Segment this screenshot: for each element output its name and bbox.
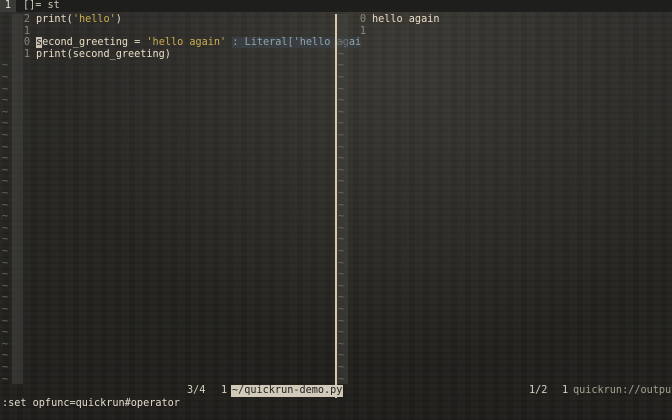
tab-number[interactable]: 1: [0, 0, 16, 12]
tilde-marker: ~: [2, 350, 9, 362]
tilde-marker: ~: [2, 188, 9, 199]
tilde-marker: ~: [2, 211, 9, 223]
tilde-marker: ~: [2, 95, 9, 107]
tilde-marker: ~: [338, 315, 345, 327]
tilde-marker: ~: [338, 130, 345, 141]
line-number: 1: [23, 25, 30, 37]
tilde-marker: ~: [2, 327, 9, 339]
tilde-marker: ~: [2, 304, 9, 315]
tilde-marker: ~: [338, 362, 345, 373]
tilde-marker: ~: [338, 280, 345, 292]
tilde-marker: ~: [338, 141, 345, 153]
tilde-marker: ~: [2, 72, 9, 83]
left-status-column: 1: [221, 385, 228, 396]
tilde-marker: ~: [338, 188, 345, 199]
tilde-marker: ~: [338, 83, 345, 95]
tilde-marker: ~: [2, 83, 9, 95]
left-status-position: 3/4: [187, 385, 206, 396]
code-token: econd_greeting =: [42, 37, 147, 49]
tilde-marker: ~: [2, 222, 9, 234]
tilde-marker: ~: [338, 350, 345, 362]
tilde-marker: ~: [338, 37, 345, 49]
tilde-marker: ~: [2, 106, 9, 118]
tilde-marker: ~: [338, 246, 345, 257]
tilde-marker: ~: [338, 327, 345, 339]
tilde-marker: ~: [338, 153, 345, 165]
line-number: 1: [359, 25, 366, 37]
tilde-marker: ~: [2, 362, 9, 373]
tilde-marker: ~: [338, 257, 345, 269]
tilde-marker: ~: [338, 164, 345, 176]
tilde-marker: ~: [338, 269, 345, 281]
tilde-marker: ~: [338, 106, 345, 118]
tilde-marker: ~: [2, 292, 9, 304]
tilde-marker: ~: [338, 48, 345, 60]
tilde-marker: ~: [2, 60, 9, 72]
tilde-marker: ~: [2, 141, 9, 153]
code-line[interactable]: print(second_greeting): [36, 49, 171, 61]
tilde-marker: ~: [338, 234, 345, 246]
code-line[interactable]: print('hello'): [36, 14, 122, 26]
left-status-filename[interactable]: ~/quickrun-demo.py: [231, 385, 344, 397]
tilde-marker: ~: [338, 222, 345, 234]
tilde-marker: ~: [2, 315, 9, 327]
code-token: print(second_greeting): [36, 48, 171, 60]
line-number: 1: [23, 48, 30, 60]
status-line: 3/4 1 ~/quickrun-demo.py 1/2 1 quickrun:…: [0, 384, 672, 398]
tilde-marker: ~: [2, 280, 9, 292]
tilde-marker: ~: [2, 130, 9, 141]
tabline-text: []= st: [23, 0, 60, 11]
code-token: 'hello': [72, 14, 116, 25]
tilde-marker: ~: [2, 269, 9, 281]
left-sign-column: [12, 14, 23, 384]
tilde-marker: ~: [2, 234, 9, 246]
tilde-marker: ~: [2, 164, 9, 176]
tilde-marker: ~: [2, 153, 9, 165]
tilde-marker: ~: [2, 176, 9, 188]
tilde-marker: ~: [338, 338, 345, 350]
tilde-marker: ~: [338, 176, 345, 188]
code-line[interactable]: second_greeting = 'hello again' : Litera…: [36, 37, 362, 49]
code-token: 'hello again': [146, 37, 227, 49]
tilde-marker: ~: [2, 338, 9, 350]
code-token: print(: [36, 14, 73, 25]
tilde-marker: ~: [2, 246, 9, 257]
tilde-marker: ~: [2, 118, 9, 130]
tilde-marker: ~: [2, 257, 9, 269]
tilde-marker: ~: [338, 95, 345, 107]
right-status-column: 1: [562, 385, 569, 396]
line-number: 2: [23, 14, 30, 25]
code-token: ): [115, 14, 122, 25]
tilde-marker: ~: [338, 211, 345, 223]
output-line[interactable]: hello again: [372, 14, 439, 26]
tilde-marker: ~: [338, 60, 345, 72]
command-line[interactable]: :set opfunc=quickrun#operator: [2, 398, 180, 410]
tilde-marker: ~: [338, 292, 345, 304]
tilde-marker: ~: [338, 118, 345, 130]
right-status-position: 1/2: [529, 385, 548, 396]
tilde-marker: ~: [338, 304, 345, 315]
line-number: 0: [359, 14, 366, 25]
tilde-marker: ~: [338, 72, 345, 83]
tabline: 1 []= st: [0, 0, 672, 12]
vim-editor: 1 []= st 2 print('hello') 1 0 second_greetin…: [0, 0, 672, 420]
tilde-marker: ~: [2, 199, 9, 211]
right-status-filename[interactable]: quickrun://output: [573, 385, 672, 397]
line-number: 0: [23, 37, 30, 49]
tilde-marker: ~: [338, 199, 345, 211]
